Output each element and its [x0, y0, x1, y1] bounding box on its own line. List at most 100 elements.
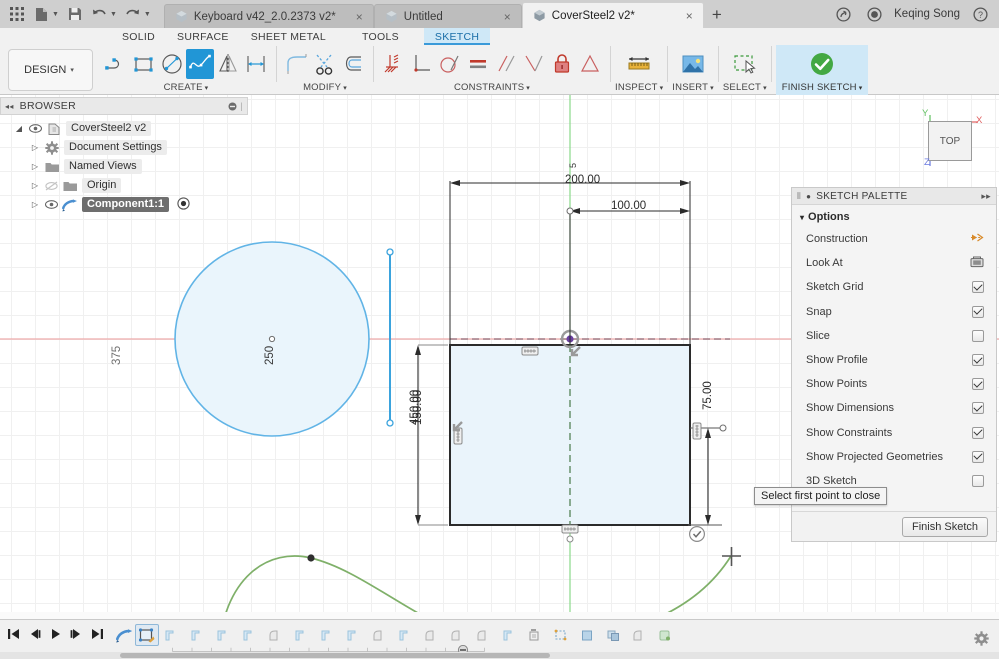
expand-arrow-icon[interactable]: ▷ [30, 162, 40, 171]
user-name-label[interactable]: Keqing Song [894, 8, 960, 20]
offset-tool[interactable] [339, 49, 367, 79]
timeline-feature-extrude-3[interactable] [211, 624, 237, 646]
snap-checkbox[interactable] [972, 306, 984, 318]
fix-constraint[interactable] [380, 49, 408, 79]
tab-sketch[interactable]: SKETCH [424, 28, 490, 45]
play-icon[interactable] [48, 626, 63, 642]
timeline-feature-fillet-1[interactable] [263, 624, 289, 646]
timeline-settings-gear-icon[interactable] [974, 631, 989, 649]
palette-row-show-dimensions[interactable]: Show Dimensions [792, 396, 996, 420]
timeline-feature-fillet-3[interactable] [419, 624, 445, 646]
palette-row-look-at[interactable]: Look At [792, 251, 996, 275]
extensions-icon[interactable] [832, 3, 854, 25]
slice-checkbox[interactable] [972, 330, 984, 342]
close-icon[interactable]: × [342, 11, 363, 23]
palette-row-sketch-grid[interactable]: Sketch Grid [792, 275, 996, 299]
construction-icon[interactable] [970, 231, 984, 247]
ribbon-group-label-modify[interactable]: MODIFY▾ [303, 82, 347, 93]
grid-apps-icon[interactable] [6, 3, 28, 25]
timeline-feature-fillet-4[interactable] [445, 624, 471, 646]
browser-item-document-settings[interactable]: ▷ Document Settings [0, 138, 248, 157]
save-icon[interactable] [64, 3, 86, 25]
palette-row-snap[interactable]: Snap [792, 300, 996, 324]
timeline-feature-appearance[interactable] [653, 624, 679, 646]
timeline-feature-extrude-9[interactable] [497, 624, 523, 646]
visibility-eye-icon[interactable] [44, 200, 58, 209]
palette-grip-icon[interactable]: ⫴ [797, 191, 801, 202]
scrollbar-thumb[interactable] [120, 653, 550, 658]
timeline-feature-extrude-4[interactable] [237, 624, 263, 646]
sketch-grid-checkbox[interactable] [972, 281, 984, 293]
browser-grip[interactable]: | [228, 101, 243, 111]
finish-sketch-button[interactable]: Finish Sketch [902, 517, 988, 537]
view-cube[interactable]: TOP Y X Z [900, 103, 996, 175]
palette-section-options[interactable]: ▾ Options [792, 205, 996, 227]
select-tool[interactable] [727, 47, 763, 81]
timeline-feature-extrude-8[interactable] [393, 624, 419, 646]
dim-label-450[interactable]: 450.00 [409, 390, 421, 425]
timeline-feature-sketch-active[interactable] [135, 624, 159, 646]
symmetry-constraint[interactable] [520, 49, 548, 79]
document-tab-keyboard[interactable]: Keyboard v42_2.0.2373 v2* × [164, 4, 374, 28]
expand-arrow-icon[interactable]: ◢ [14, 124, 24, 133]
show-projected-geometries-checkbox[interactable] [972, 451, 984, 463]
timeline-feature-fillet-6[interactable] [627, 624, 653, 646]
insert-image-tool[interactable] [675, 47, 711, 81]
tab-solid[interactable]: SOLID [111, 28, 166, 45]
dim-label-375[interactable]: 375 [111, 346, 123, 365]
timeline-feature-sketch-2[interactable] [549, 624, 575, 646]
browser-collapse-icon[interactable]: ◂◂ [5, 102, 14, 111]
sketch-dimension-tool[interactable] [242, 49, 270, 79]
document-tab-untitled[interactable]: Untitled × [374, 4, 522, 28]
help-icon[interactable]: ? [969, 3, 991, 25]
parallel-constraint[interactable] [492, 49, 520, 79]
palette-close-icon[interactable]: ● [806, 192, 811, 201]
timeline-feature-fillet-2[interactable] [367, 624, 393, 646]
ribbon-group-label-select[interactable]: SELECT▾ [723, 82, 767, 93]
fillet-tool[interactable] [283, 49, 311, 79]
mirror-tool[interactable] [214, 49, 242, 79]
timeline-feature-combine[interactable] [601, 624, 627, 646]
show-dimensions-checkbox[interactable] [972, 402, 984, 414]
palette-pin-icon[interactable]: ▸▸ [981, 191, 991, 202]
expand-arrow-icon[interactable]: ▷ [30, 181, 40, 190]
look-at-icon[interactable] [970, 255, 984, 271]
circle-tool[interactable] [158, 49, 186, 79]
browser-item-named-views[interactable]: ▷ Named Views [0, 157, 248, 176]
tangent-constraint[interactable] [436, 49, 464, 79]
visibility-eye-off-icon[interactable] [44, 181, 58, 191]
palette-row-slice[interactable]: Slice [792, 324, 996, 348]
tab-surface[interactable]: SURFACE [166, 28, 240, 45]
activate-component-radio[interactable] [177, 197, 190, 213]
jump-to-end-icon[interactable] [90, 626, 105, 642]
timeline-feature-fillet-5[interactable] [471, 624, 497, 646]
new-file-icon[interactable] [30, 3, 52, 25]
jump-to-start-icon[interactable] [6, 626, 21, 642]
browser-item-coversteel2[interactable]: ◢ CoverSteel2 v2 [0, 119, 248, 138]
trim-tool[interactable] [311, 49, 339, 79]
timeline-feature-extrude-2[interactable] [185, 624, 211, 646]
finish-sketch-tool[interactable] [793, 49, 851, 79]
measure-tool[interactable] [621, 47, 657, 81]
equal-constraint[interactable] [464, 49, 492, 79]
step-back-icon[interactable] [27, 626, 42, 642]
timeline-feature-shell[interactable] [523, 624, 549, 646]
expand-arrow-icon[interactable]: ▷ [30, 200, 40, 209]
job-status-icon[interactable] [863, 3, 885, 25]
timeline-feature-extrude-5[interactable] [289, 624, 315, 646]
close-icon[interactable]: × [490, 11, 511, 23]
palette-row-show-projected-geometries[interactable]: Show Projected Geometries [792, 445, 996, 469]
palette-row-show-profile[interactable]: Show Profile [792, 348, 996, 372]
line-tool[interactable] [102, 49, 130, 79]
timeline-feature-sketch-1[interactable] [113, 624, 135, 646]
dim-label-200[interactable]: 200.00 [565, 174, 600, 186]
close-icon[interactable]: × [672, 10, 693, 22]
timeline-feature-extrude-6[interactable] [315, 624, 341, 646]
visibility-eye-icon[interactable] [28, 124, 42, 133]
spline-tool[interactable] [186, 49, 214, 79]
ribbon-group-label-finish-sketch[interactable]: FINISH SKETCH▾ [782, 82, 863, 93]
tab-tools[interactable]: TOOLS [351, 28, 410, 45]
ribbon-group-label-insert[interactable]: INSERT▾ [672, 82, 714, 93]
ribbon-group-label-create[interactable]: CREATE▾ [164, 82, 209, 93]
palette-row-construction[interactable]: Construction [792, 227, 996, 251]
